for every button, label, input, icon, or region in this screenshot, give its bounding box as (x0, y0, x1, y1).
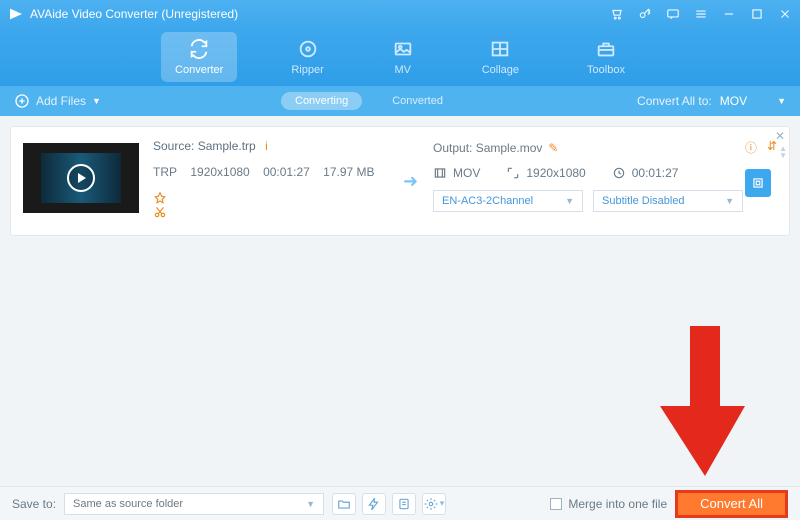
feedback-icon[interactable] (666, 7, 680, 21)
chevron-down-icon: ▼ (725, 196, 734, 206)
chevron-down-icon: ▾ (440, 498, 445, 509)
audio-track-select[interactable]: EN-AC3-2Channel ▼ (433, 190, 583, 212)
window-title: AVAide Video Converter (Unregistered) (30, 7, 610, 21)
main-nav: Converter Ripper MV Collage Toolbox (0, 28, 800, 86)
annotation-arrow-icon (660, 326, 750, 476)
film-icon (433, 166, 447, 180)
footer-tools: ▾ (332, 493, 446, 515)
chevron-down-icon: ▼ (565, 196, 574, 206)
nav-label: Ripper (291, 64, 323, 76)
file-list: ✕ ▲▼ Source: Sample.trp i TRP 1920x1080 … (0, 116, 800, 486)
tab-converting[interactable]: Converting (281, 92, 362, 110)
nav-ripper[interactable]: Ripper (277, 32, 337, 82)
output-label: Output: (433, 141, 472, 155)
subtitle-value: Subtitle Disabled (602, 195, 685, 207)
collage-icon (489, 38, 511, 60)
info-icon[interactable]: i (265, 139, 268, 153)
merge-checkbox[interactable]: Merge into one file (550, 497, 667, 511)
maximize-icon[interactable] (750, 7, 764, 21)
output-format-select[interactable]: MOV ▼ (720, 94, 786, 108)
source-format: TRP (153, 165, 177, 179)
gpu-accel-button[interactable] (362, 493, 386, 515)
chevron-down-icon: ▼ (306, 499, 315, 509)
reorder-handles[interactable]: ▲▼ (779, 145, 787, 159)
video-thumbnail[interactable] (23, 143, 139, 213)
title-bar: AVAide Video Converter (Unregistered) (0, 0, 800, 28)
cart-icon[interactable] (610, 7, 624, 21)
add-files-label: Add Files (36, 94, 86, 108)
arrow-right-icon: ➜ (403, 137, 433, 225)
warning-icon[interactable]: ⓘ (745, 139, 757, 156)
open-folder-button[interactable] (332, 493, 356, 515)
menu-icon[interactable] (694, 7, 708, 21)
output-duration: 00:01:27 (632, 166, 679, 180)
bolt-icon (367, 497, 381, 511)
convert-all-button[interactable]: Convert All (675, 490, 788, 518)
subtitle-select[interactable]: Subtitle Disabled ▼ (593, 190, 743, 212)
gear-icon (424, 497, 438, 511)
output-info: Output: Sample.mov ✎ ⓘ ⇵ MOV 1920x1080 0… (433, 137, 777, 225)
source-label: Source: (153, 139, 194, 153)
edit-icon[interactable]: ✎ (548, 141, 558, 155)
merge-label: Merge into one file (568, 497, 667, 511)
source-filename: Sample.trp (198, 139, 256, 153)
tab-converted[interactable]: Converted (378, 92, 457, 110)
key-icon[interactable] (638, 7, 652, 21)
nav-toolbox[interactable]: Toolbox (573, 32, 639, 82)
window-controls (610, 7, 792, 21)
nav-converter[interactable]: Converter (161, 32, 237, 82)
source-info: Source: Sample.trp i TRP 1920x1080 00:01… (153, 137, 403, 225)
output-format: MOV (453, 166, 480, 180)
nav-label: Converter (175, 64, 223, 76)
save-to-label: Save to: (12, 497, 56, 511)
plus-circle-icon (14, 93, 30, 109)
file-item: ✕ ▲▼ Source: Sample.trp i TRP 1920x1080 … (10, 126, 790, 236)
convert-all-to-label: Convert All to: (637, 94, 712, 108)
output-resolution: 1920x1080 (526, 166, 585, 180)
chevron-down-icon: ▼ (92, 96, 101, 106)
clock-icon (612, 166, 626, 180)
nav-label: Collage (482, 64, 519, 76)
output-preset-button[interactable] (745, 169, 771, 197)
source-resolution: 1920x1080 (190, 165, 249, 179)
play-icon (67, 164, 95, 192)
convert-all-label: Convert All (700, 496, 763, 511)
converter-icon (188, 38, 210, 60)
add-files-button[interactable]: Add Files ▼ (14, 93, 101, 109)
save-to-value: Same as source folder (73, 498, 183, 510)
task-button[interactable] (392, 493, 416, 515)
nav-label: Toolbox (587, 64, 625, 76)
app-logo-icon (8, 6, 24, 22)
cut-icon[interactable] (153, 205, 167, 219)
chevron-down-icon: ▼ (777, 96, 786, 106)
resolution-icon (506, 166, 520, 180)
format-value: MOV (720, 94, 747, 108)
checkbox-box (550, 498, 562, 510)
nav-label: MV (394, 64, 411, 76)
sub-toolbar: Add Files ▼ Converting Converted Convert… (0, 86, 800, 116)
source-duration: 00:01:27 (263, 165, 310, 179)
ripper-icon (297, 38, 319, 60)
preset-icon (751, 176, 765, 190)
settings-button[interactable]: ▾ (422, 493, 446, 515)
pin-icon[interactable] (153, 191, 167, 205)
save-to-select[interactable]: Same as source folder ▼ (64, 493, 324, 515)
folder-icon (337, 497, 351, 511)
minimize-icon[interactable] (722, 7, 736, 21)
close-icon[interactable] (778, 7, 792, 21)
toolbox-icon (595, 38, 617, 60)
nav-mv[interactable]: MV (378, 32, 428, 82)
footer-bar: Save to: Same as source folder ▼ ▾ Merge… (0, 486, 800, 520)
source-size: 17.97 MB (323, 165, 374, 179)
output-filename: Sample.mov (476, 141, 543, 155)
compress-icon[interactable]: ⇵ (767, 139, 777, 156)
task-icon (397, 497, 411, 511)
mv-icon (392, 38, 414, 60)
audio-track-value: EN-AC3-2Channel (442, 195, 533, 207)
nav-collage[interactable]: Collage (468, 32, 533, 82)
